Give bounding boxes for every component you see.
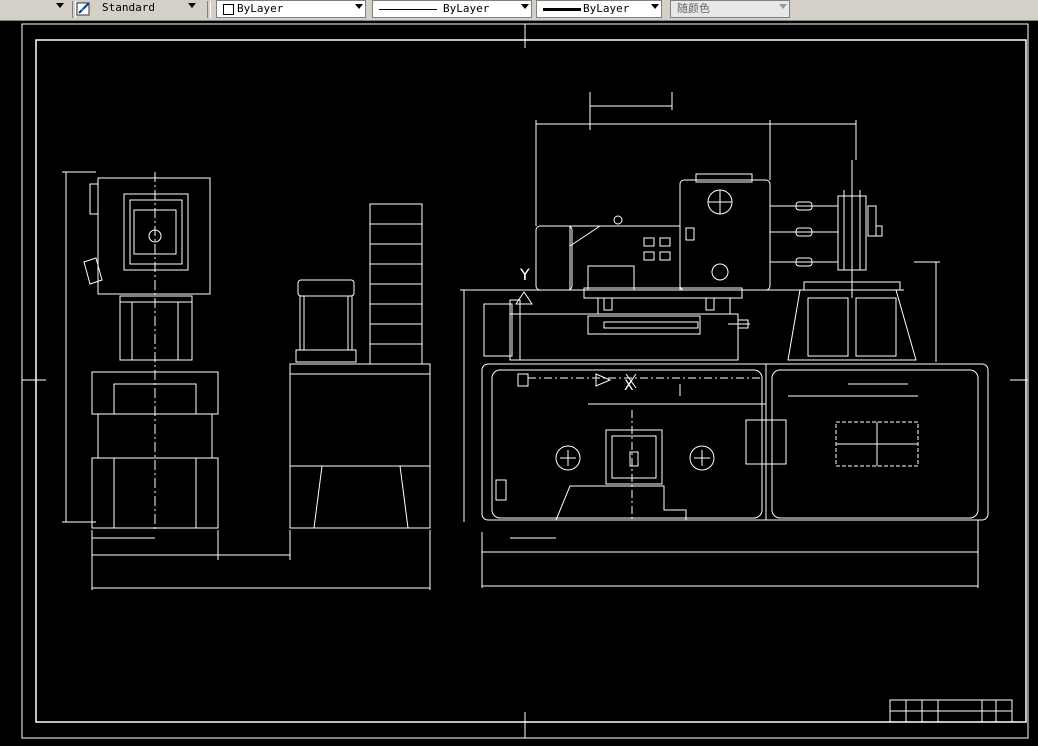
properties-toolbar: A Standard ByLayer ByLayer ByLayer 随颜色: [0, 0, 1038, 21]
press-side-view: [62, 171, 430, 590]
machine-front-view: [460, 92, 989, 588]
x-axis-marker: X: [624, 378, 634, 394]
layer-select[interactable]: ByLayer: [216, 0, 366, 18]
text-style-select[interactable]: Standard: [96, 0, 198, 18]
linetype-value: ByLayer: [443, 2, 490, 15]
chevron-down-icon[interactable]: [521, 4, 529, 9]
chevron-down-icon[interactable]: [779, 4, 787, 9]
chevron-down-icon[interactable]: [355, 4, 363, 9]
layer-dropdown-tail[interactable]: [0, 0, 70, 18]
chevron-down-icon[interactable]: [188, 3, 196, 8]
color-select[interactable]: 随颜色: [670, 0, 790, 18]
cad-drawing[interactable]: Y X: [0, 20, 1038, 742]
y-axis-marker: Y: [519, 265, 530, 284]
linetype-select[interactable]: ByLayer: [372, 0, 532, 18]
chevron-down-icon[interactable]: [651, 4, 659, 9]
linetype-sample-line: [379, 9, 437, 10]
text-style-icon[interactable]: A: [76, 1, 92, 17]
lineweight-select[interactable]: ByLayer: [536, 0, 662, 18]
layer-value: ByLayer: [237, 2, 284, 15]
text-style-value: Standard: [102, 1, 155, 14]
chevron-down-icon[interactable]: [56, 3, 64, 8]
lineweight-sample-line: [543, 8, 581, 11]
toolbar-separator: [207, 1, 211, 18]
hydraulic-station: [289, 203, 431, 590]
inner-frame-border: [35, 39, 1027, 723]
title-block: [889, 699, 1013, 723]
lineweight-value: ByLayer: [583, 2, 630, 15]
drawing-canvas[interactable]: Y X: [0, 20, 1038, 742]
svg-text:A: A: [78, 4, 83, 12]
outer-sheet-border: [21, 23, 1029, 739]
layer-color-swatch: [223, 4, 234, 15]
color-value: 随颜色: [677, 2, 710, 15]
